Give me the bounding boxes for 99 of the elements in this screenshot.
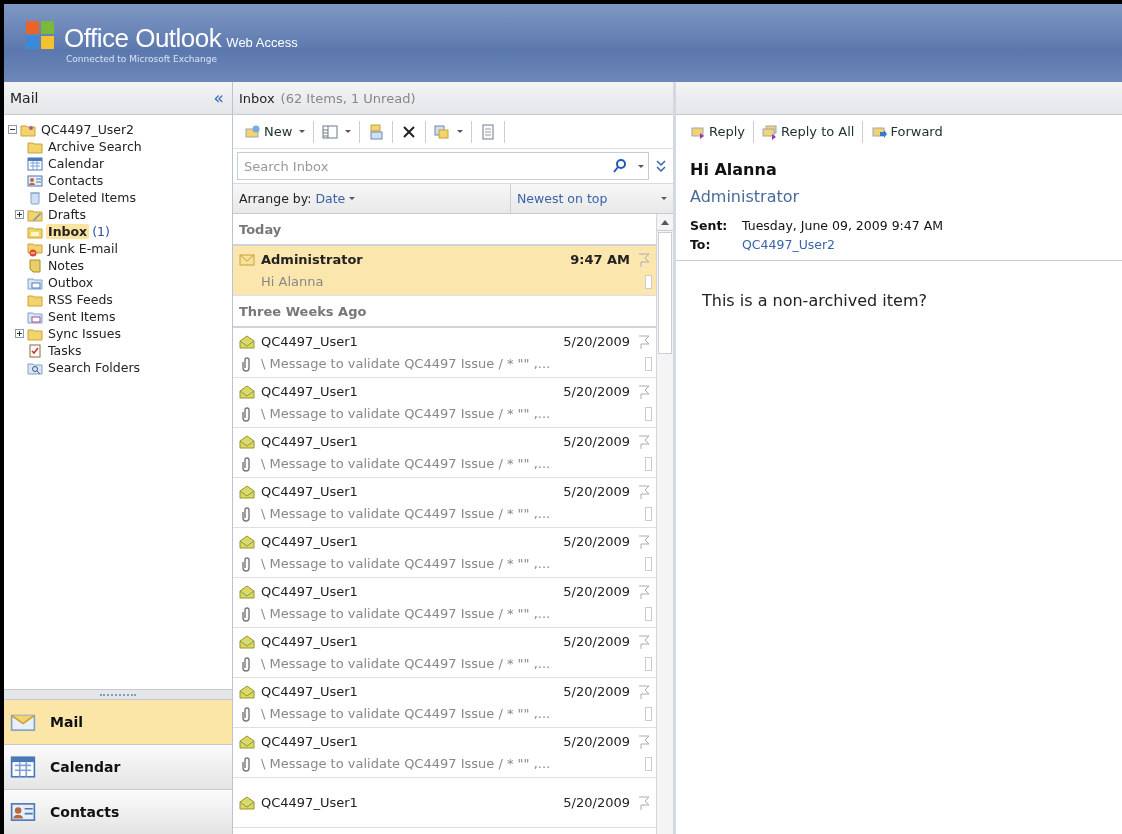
forward-button[interactable]: Forward (865, 118, 949, 145)
copy-folder-icon (434, 123, 451, 140)
reply-button[interactable]: Reply (684, 118, 751, 145)
message-item[interactable]: QC4497_User1 5/20/2009 \ Message to validate QC4497 Issue / * "" ,... (233, 528, 656, 578)
message-item[interactable]: QC4497_User1 5/20/2009 \ Message to validate QC4497 Issue / * "" ,... (233, 578, 656, 628)
search-input[interactable]: Search Inbox (242, 157, 606, 175)
message-body: This is a non-archived item? (701, 290, 928, 312)
resize-handle[interactable] (4, 689, 232, 699)
close-icon (401, 123, 418, 140)
folder-item[interactable]: Tasks (46, 343, 84, 358)
message-item[interactable]: QC4497_User1 5/20/2009 \ Message to validate QC4497 Issue / * "" ,... (233, 728, 656, 778)
product-suffix: Web Access (226, 34, 298, 50)
group-header: Three Weeks Ago (233, 296, 656, 328)
folder-item[interactable]: Sync Issues (46, 326, 123, 341)
nav-button[interactable]: Calendar (4, 744, 232, 789)
folder-item[interactable]: Inbox (46, 224, 90, 239)
open-envelope-icon (239, 733, 255, 750)
product-name: Office Outlook (64, 22, 222, 53)
product-subtitle: Connected to Microsoft Exchange (66, 53, 218, 64)
item-count: (62 Items, 1 Unread) (280, 90, 416, 106)
search-bar[interactable]: Search Inbox (237, 152, 649, 180)
message-item[interactable]: QC4497_User1 5/20/2009 \ Message to validate QC4497 Issue / * "" ,... (233, 678, 656, 728)
expand-toggle[interactable] (15, 329, 24, 338)
arrange-label: Arrange by: (239, 191, 312, 206)
trash-can-icon (27, 189, 43, 206)
expand-toggle[interactable] (15, 210, 24, 219)
open-envelope-icon (239, 633, 255, 650)
folder-item[interactable]: Search Folders (46, 360, 143, 375)
reply-all-button[interactable]: Reply to All (756, 118, 861, 145)
folder-item[interactable]: Calendar (46, 156, 107, 171)
clipboard-check-icon (27, 342, 43, 359)
expand-chevron-icon (653, 158, 669, 174)
category-box[interactable] (645, 556, 652, 571)
category-box[interactable] (645, 274, 652, 289)
nav-button[interactable]: Mail (4, 699, 232, 744)
office-logo-icon (26, 21, 54, 49)
open-envelope-icon (239, 383, 255, 400)
folder-item[interactable]: Notes (46, 258, 87, 273)
dropdown-caret-icon[interactable] (638, 164, 644, 168)
open-envelope-icon (239, 794, 255, 811)
folder-item[interactable]: Junk E-mail (46, 241, 120, 256)
message-item[interactable]: QC4497_User1 5/20/2009 \ Message to validate QC4497 Issue / * "" ,... (233, 378, 656, 428)
calendar-icon (10, 754, 36, 780)
category-box[interactable] (645, 356, 652, 371)
message-item[interactable]: QC4497_User1 5/20/2009 \ Message to validate QC4497 Issue / * "" ,... (233, 328, 656, 378)
calendar-icon (27, 155, 43, 172)
folder-item[interactable]: Sent Items (46, 309, 118, 324)
message-item[interactable]: QC4497_User1 5/20/2009 \ Message to validate QC4497 Issue / * "" ,... (233, 428, 656, 478)
sender-name[interactable]: Administrator (690, 187, 1108, 206)
folder-block-icon (27, 240, 43, 257)
folder-item[interactable]: Drafts (46, 207, 89, 222)
message-item[interactable]: QC4497_User1 5/20/2009 \ Message to validate QC4497 Issue / * "" ,... (233, 478, 656, 528)
category-box[interactable] (645, 456, 652, 471)
recipient-link[interactable]: QC4497_User2 (742, 237, 836, 252)
field-value: Tuesday, June 09, 2009 9:47 AM (742, 218, 943, 233)
folder-item[interactable]: Outbox (46, 275, 96, 290)
unread-count: (1) (92, 224, 110, 239)
note-icon (27, 257, 43, 274)
open-envelope-icon (239, 583, 255, 600)
field-label: Sent: (690, 218, 729, 233)
category-box[interactable] (645, 406, 652, 421)
folder-item[interactable]: RSS Feeds (46, 292, 115, 307)
layout-icon (322, 123, 339, 140)
collapse-toggle[interactable] (8, 125, 17, 134)
collapse-button[interactable]: « (211, 88, 226, 108)
folder-item[interactable]: Archive Search (46, 139, 144, 154)
arrange-dropdown[interactable]: Date (315, 191, 356, 206)
nav-button[interactable]: Contacts (4, 789, 232, 834)
sort-order-button[interactable]: Newest on top (517, 191, 608, 206)
open-envelope-icon (239, 533, 255, 550)
reply-all-icon (762, 123, 778, 140)
new-button[interactable]: New (239, 118, 312, 145)
open-envelope-icon (239, 333, 255, 350)
message-item[interactable]: QC4497_User1 5/20/2009 \ Message to validate QC4497 Issue / * "" ,... (233, 628, 656, 678)
open-envelope-icon (239, 683, 255, 700)
category-box[interactable] (645, 606, 652, 621)
folder-item[interactable]: Deleted Items (46, 190, 138, 205)
folder-item[interactable]: Contacts (46, 173, 106, 188)
field-label: To: (690, 237, 712, 252)
message-item[interactable]: Administrator 9:47 AM Hi Alanna (233, 246, 656, 296)
sort-caret-icon (661, 197, 667, 200)
contact-card-icon (27, 172, 43, 189)
category-box[interactable] (645, 506, 652, 521)
new-mail-icon (245, 123, 261, 140)
open-envelope-icon (239, 483, 255, 500)
scrollbar[interactable] (656, 214, 673, 834)
category-box[interactable] (645, 656, 652, 671)
closed-envelope-icon (239, 251, 255, 268)
category-box[interactable] (645, 756, 652, 771)
category-box[interactable] (645, 706, 652, 721)
move-folder-icon (368, 123, 385, 140)
document-icon (480, 123, 497, 140)
message-subject: Hi Alanna (690, 160, 778, 179)
message-item[interactable]: QC4497_User1 5/20/2009 (233, 778, 656, 828)
mailbox-name[interactable]: QC4497_User2 (39, 122, 137, 137)
open-envelope-icon (239, 433, 255, 450)
folder-title: Inbox (239, 90, 275, 106)
pane-title: Mail (10, 90, 39, 106)
search-icon (612, 158, 628, 174)
